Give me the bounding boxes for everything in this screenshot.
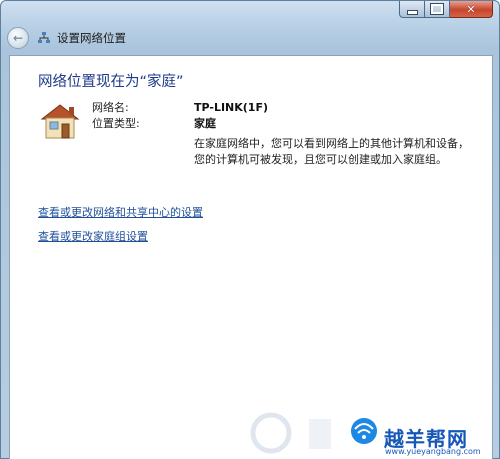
- minimize-icon: [406, 9, 418, 15]
- content-pane: 网络位置现在为“家庭” 网络名: TP-LINK(1F) 位置类型: 家庭 在家…: [9, 55, 493, 459]
- nav-bar: ← 设置网络位置: [7, 25, 493, 51]
- caption-buttons: ✕: [399, 1, 493, 19]
- network-sharing-center-link[interactable]: 查看或更改网络和共享中心的设置: [38, 204, 203, 220]
- watermark-url: www.yueyangbang.com: [385, 447, 481, 456]
- back-button[interactable]: ←: [7, 27, 29, 49]
- page-title: 网络位置现在为“家庭”: [38, 74, 184, 90]
- maximize-icon: [430, 3, 444, 15]
- network-icon: [38, 32, 50, 43]
- back-arrow-icon: ←: [12, 31, 24, 45]
- maximize-button[interactable]: [425, 1, 450, 18]
- window-title: 设置网络位置: [57, 31, 126, 45]
- network-info: 网络名: TP-LINK(1F) 位置类型: 家庭: [92, 100, 268, 132]
- network-name-value: TP-LINK(1F): [194, 101, 268, 114]
- close-icon: ✕: [466, 2, 476, 16]
- minimize-button[interactable]: [399, 1, 425, 18]
- home-network-icon: [40, 104, 80, 139]
- network-description: 在家庭网络中，您可以看到网络上的其他计算机和设备，您的计算机可被发现，且您可以创…: [194, 137, 469, 166]
- homegroup-settings-link[interactable]: 查看或更改家庭组设置: [38, 228, 148, 244]
- network-name-label: 网络名:: [92, 101, 129, 114]
- location-type-label: 位置类型:: [92, 117, 140, 130]
- app-window: ✕ ← 设置网络位置 网络位置现在为“家庭” 网络名: TP-LINK(1F): [0, 0, 500, 459]
- location-type-value: 家庭: [194, 117, 216, 130]
- close-button[interactable]: ✕: [450, 1, 493, 18]
